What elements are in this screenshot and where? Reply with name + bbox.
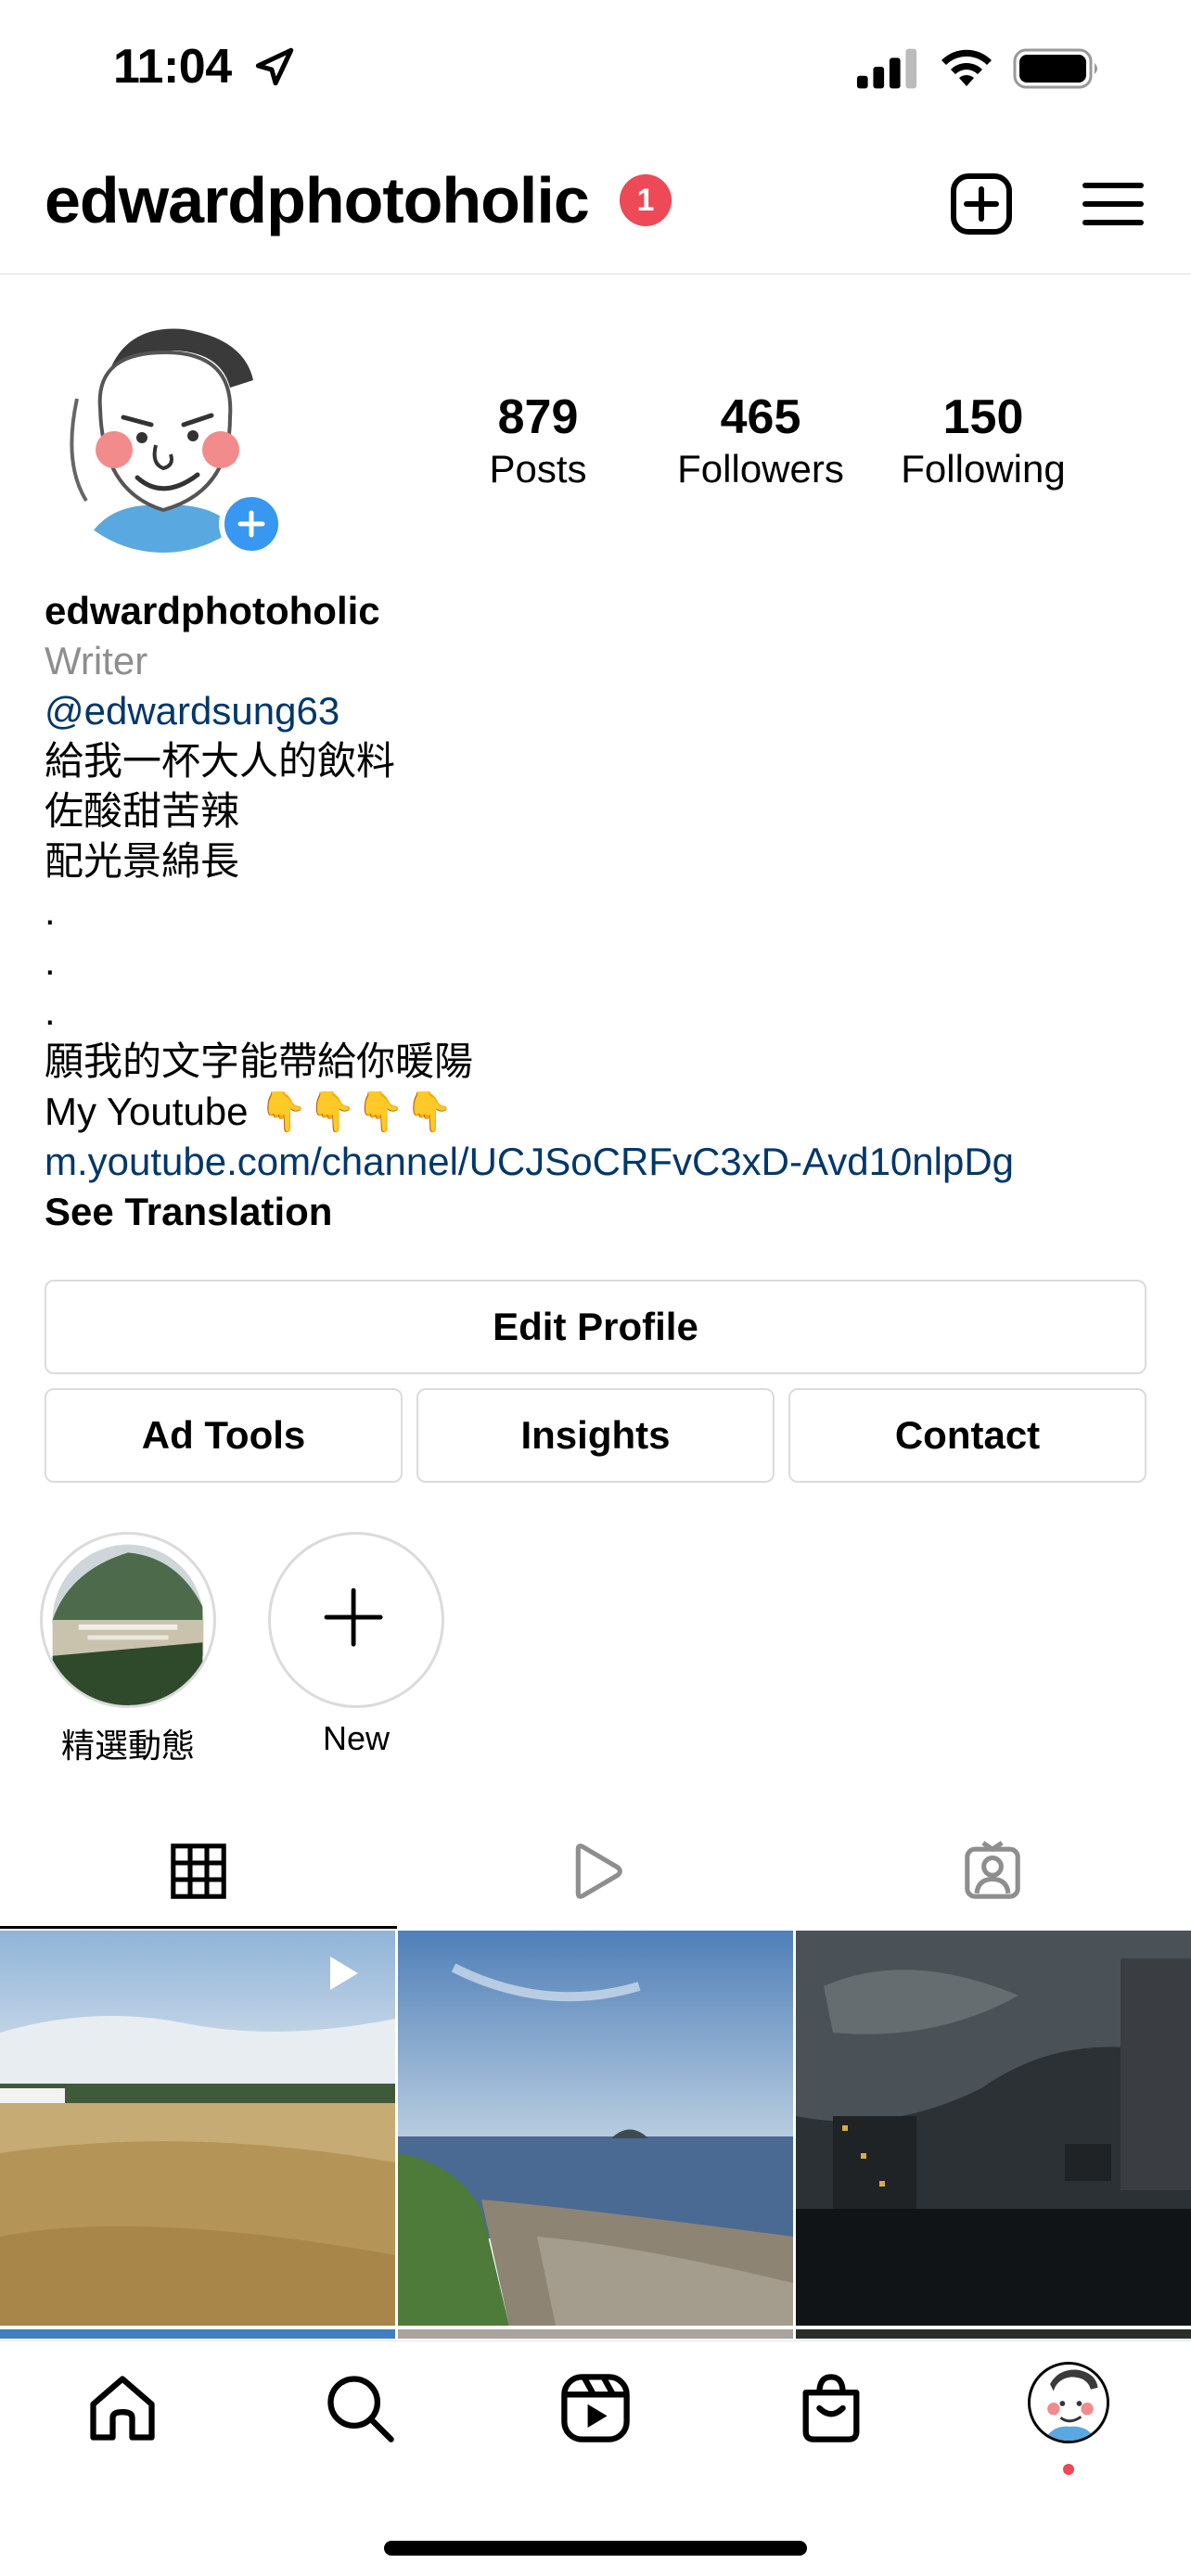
bio-line: 願我的文字能帶給你暖陽 <box>45 1039 474 1083</box>
highlight-label: 精選動態 <box>60 1727 195 1765</box>
bio-mention-link[interactable]: @edwardsung63 <box>45 686 1158 736</box>
post-thumbnail[interactable] <box>796 1931 1191 2326</box>
plus-icon <box>324 1588 383 1647</box>
create-post-icon[interactable] <box>944 167 1018 241</box>
bio-category: Writer <box>45 639 148 682</box>
bio-line: My Youtube 👇👇👇👇 <box>45 1090 454 1133</box>
insights-button[interactable]: Insights <box>416 1388 775 1483</box>
new-highlight-circle <box>268 1532 444 1708</box>
nav-home[interactable] <box>83 2369 161 2447</box>
activity-dot <box>1063 2464 1074 2475</box>
tab-reels[interactable] <box>397 1817 794 1929</box>
home-indicator <box>384 2541 807 2556</box>
menu-icon[interactable] <box>1076 167 1150 241</box>
nav-reels[interactable] <box>557 2369 634 2447</box>
tagged-icon <box>965 1841 1020 1899</box>
cellular-signal-icon <box>856 48 917 89</box>
add-story-button[interactable] <box>219 491 284 556</box>
post-grid <box>0 1931 1191 2339</box>
bio-line: . <box>45 989 56 1033</box>
status-bar: 11:04 <box>0 0 1191 139</box>
ad-tools-button[interactable]: Ad Tools <box>45 1388 403 1483</box>
post-thumbnail-partial[interactable] <box>796 2329 1191 2339</box>
nav-search[interactable] <box>321 2369 399 2447</box>
stat-value: 879 <box>497 390 579 444</box>
search-icon <box>327 2376 394 2442</box>
stat-followers[interactable]: 465 Followers <box>649 389 872 491</box>
shop-bag-icon <box>802 2374 860 2442</box>
location-arrow-icon <box>255 47 294 86</box>
highlight-cover <box>40 1532 216 1708</box>
bio-line: . <box>45 939 56 983</box>
post-thumbnail[interactable] <box>398 1931 793 2326</box>
wifi-icon <box>941 49 992 86</box>
stat-label: Followers <box>677 447 844 491</box>
post-thumbnail[interactable] <box>0 1931 395 2326</box>
profile-stats: 879 Posts 465 Followers 150 Following <box>427 389 1132 501</box>
bio-line: 佐酸甜苦辣 <box>45 789 240 833</box>
profile-header: edwardphotoholic 1 <box>0 139 1191 274</box>
story-highlight[interactable]: 精選動態 <box>37 1532 219 1767</box>
profile-username-title[interactable]: edwardphotoholic <box>45 163 590 237</box>
bio-line: 配光景綿長 <box>45 839 240 883</box>
notification-badge[interactable]: 1 <box>620 174 672 226</box>
reels-play-icon <box>575 1843 622 1899</box>
status-time: 11:04 <box>113 40 232 94</box>
battery-icon <box>1013 48 1097 89</box>
grid-icon <box>171 1843 226 1899</box>
stat-value: 150 <box>942 390 1024 444</box>
tab-grid[interactable] <box>0 1817 397 1929</box>
post-thumbnail-partial[interactable] <box>0 2329 395 2339</box>
home-icon <box>90 2376 155 2441</box>
profile-avatar[interactable] <box>45 315 284 556</box>
bio-name: edwardphotoholic <box>45 589 380 632</box>
edit-profile-button[interactable]: Edit Profile <box>45 1280 1146 1374</box>
post-thumbnail-partial[interactable] <box>398 2329 793 2339</box>
bio-line: . <box>45 889 56 933</box>
stat-following[interactable]: 150 Following <box>872 389 1095 491</box>
tab-tagged[interactable] <box>794 1817 1191 1929</box>
profile-bio: edwardphotoholic Writer @edwardsung63 給我… <box>45 586 1158 1237</box>
nav-profile-avatar[interactable] <box>1028 2362 1109 2443</box>
stat-label: Following <box>901 447 1066 491</box>
nav-shop[interactable] <box>792 2369 870 2447</box>
bio-website-link[interactable]: m.youtube.com/channel/UCJSoCRFvC3xD-Avd1… <box>45 1137 1158 1187</box>
highlight-label: New <box>322 1719 391 1757</box>
profile-tabs <box>0 1817 1191 1929</box>
bio-line: 給我一杯大人的飲料 <box>45 739 396 783</box>
contact-button[interactable]: Contact <box>788 1388 1146 1483</box>
stat-value: 465 <box>720 390 801 444</box>
see-translation-button[interactable]: See Translation <box>45 1187 1158 1237</box>
stat-label: Posts <box>489 447 587 491</box>
reels-icon <box>561 2374 630 2442</box>
plus-icon <box>237 510 265 538</box>
new-highlight[interactable]: New <box>265 1532 447 1758</box>
stat-posts[interactable]: 879 Posts <box>427 389 649 491</box>
